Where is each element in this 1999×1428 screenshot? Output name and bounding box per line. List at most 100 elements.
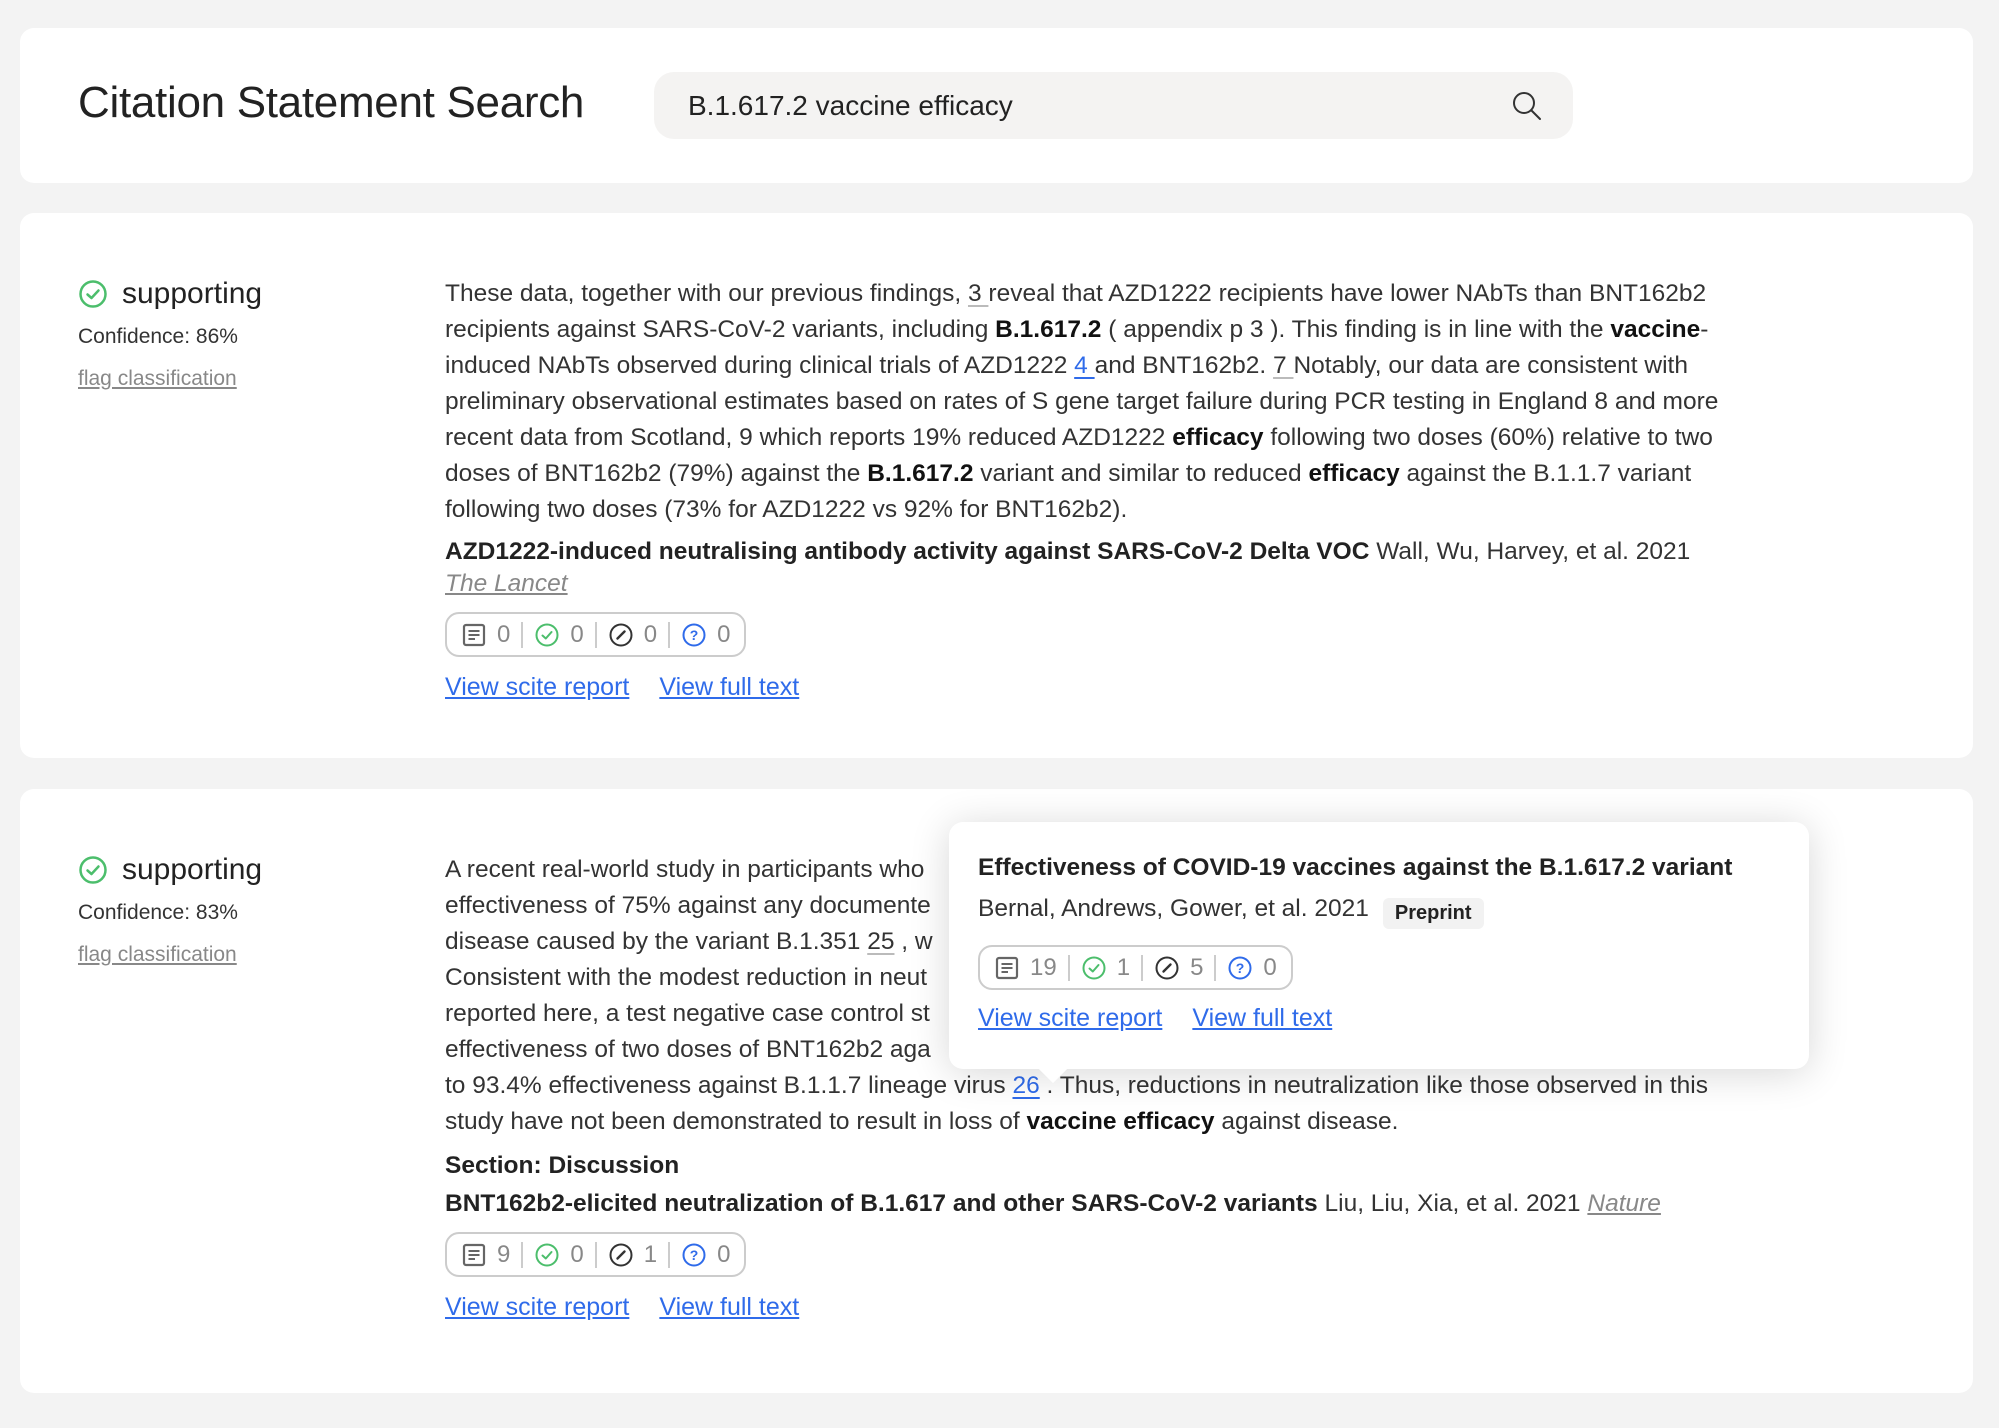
document-icon — [462, 1243, 486, 1266]
contrasting-slash-icon — [609, 623, 633, 646]
citation-tally[interactable]: 0 0 0 ? 0 — [445, 612, 747, 657]
reference-link[interactable]: 25 — [867, 928, 894, 955]
reference-link[interactable]: 4 — [1074, 352, 1094, 379]
classification: supporting — [78, 277, 398, 311]
divider — [1141, 954, 1144, 981]
confidence: Confidence: 86% — [78, 325, 238, 348]
citation-tally[interactable]: 19 1 5 ? 0 — [978, 945, 1293, 990]
tally-contrasting: 1 — [608, 1241, 657, 1269]
journal-link[interactable]: Nature — [1587, 1190, 1661, 1217]
contrasting-count: 5 — [1190, 953, 1204, 981]
supporting-count: 0 — [570, 1240, 584, 1268]
popover-authors: Bernal, Andrews, Gower, et al. 2021 — [978, 894, 1369, 922]
preprint-badge: Preprint — [1382, 898, 1484, 929]
search-input[interactable] — [688, 72, 1488, 139]
divider — [521, 621, 524, 648]
svg-text:?: ? — [690, 1247, 699, 1263]
reference-popover: Effectiveness of COVID-19 vaccines again… — [949, 822, 1809, 1069]
journal-link[interactable]: The Lancet — [445, 570, 568, 597]
view-scite-report-link[interactable]: View scite report — [445, 1293, 629, 1322]
question-icon: ? — [1228, 956, 1252, 979]
divider — [594, 1241, 597, 1268]
unclassified-count: 0 — [717, 620, 731, 648]
highlight: efficacy — [1172, 424, 1264, 451]
question-icon: ? — [682, 623, 706, 646]
supporting-check-icon — [1082, 956, 1106, 979]
result-card: supporting Confidence: 86% flag classifi… — [20, 213, 1973, 758]
tally-mentioning: 9 — [461, 1241, 510, 1269]
search-icon[interactable] — [1511, 90, 1543, 122]
view-scite-report-link[interactable]: View scite report — [445, 673, 629, 702]
reference-link[interactable]: 7 — [1273, 352, 1293, 379]
view-scite-report-link[interactable]: View scite report — [978, 1004, 1162, 1033]
tally-contrasting: 5 — [1154, 954, 1203, 982]
classification-label: supporting — [122, 277, 263, 310]
divider — [668, 1241, 671, 1268]
header-card: Citation Statement Search — [20, 28, 1973, 183]
tally-contrasting: 0 — [608, 621, 657, 649]
flag-classification-link[interactable]: flag classification — [78, 367, 237, 391]
citing-paper: AZD1222-induced neutralising antibody ac… — [445, 536, 1755, 600]
mentioning-count: 0 — [497, 620, 511, 648]
tally-unclassified: ? 0 — [681, 1241, 730, 1269]
supporting-count: 1 — [1116, 953, 1131, 981]
svg-text:?: ? — [690, 627, 699, 643]
highlight: efficacy — [1308, 460, 1400, 487]
popover-meta: Bernal, Andrews, Gower, et al. 2021 Prep… — [978, 888, 1780, 929]
contrasting-slash-icon — [609, 1243, 633, 1266]
document-icon — [462, 623, 486, 646]
statement-line: A recent real-world study in participant… — [445, 856, 925, 883]
tally-mentioning: 19 — [994, 954, 1057, 982]
mentioning-count: 9 — [497, 1240, 511, 1268]
classification-panel: supporting Confidence: 83% flag classifi… — [78, 853, 398, 967]
svg-text:?: ? — [1236, 960, 1245, 976]
result-links: View scite report View full text — [445, 673, 1755, 702]
supporting-check-icon — [79, 280, 107, 308]
citing-paper: BNT162b2-elicited neutralization of B.1.… — [445, 1188, 1755, 1220]
paper-authors: Liu, Liu, Xia, et al. 2021 — [1317, 1190, 1588, 1217]
tally-unclassified: ? 0 — [1227, 953, 1277, 982]
divider — [594, 621, 597, 648]
citation-tally[interactable]: 9 0 1 ? 0 — [445, 1232, 747, 1277]
statement-text: and BNT162b2. — [1094, 352, 1274, 379]
search-box — [654, 72, 1573, 139]
view-full-text-link[interactable]: View full text — [659, 673, 799, 702]
statement-panel: These data, together with our previous f… — [445, 276, 1755, 702]
tally-mentioning: 0 — [461, 621, 510, 649]
section-label: Section: Discussion — [445, 1152, 680, 1179]
statement-text: to 93.4% effectiveness against B.1.1.7 l… — [445, 1072, 1013, 1099]
flag-classification-link[interactable]: flag classification — [78, 943, 237, 967]
view-full-text-link[interactable]: View full text — [1192, 1004, 1332, 1033]
statement-text: , w — [894, 928, 933, 955]
tally-supporting: 0 — [534, 1240, 584, 1269]
result-links: View scite report View full text — [445, 1293, 1755, 1322]
divider — [1067, 954, 1070, 981]
divider — [1214, 954, 1217, 981]
paper-title[interactable]: BNT162b2-elicited neutralization of B.1.… — [445, 1190, 1318, 1217]
classification-panel: supporting Confidence: 86% flag classifi… — [78, 277, 398, 391]
reference-link[interactable]: 3 — [968, 280, 988, 307]
paper-authors: Wall, Wu, Harvey, et al. 2021 — [1369, 538, 1691, 565]
paper-title[interactable]: AZD1222-induced neutralising antibody ac… — [445, 538, 1369, 565]
citation-statement: These data, together with our previous f… — [445, 276, 1755, 528]
contrasting-slash-icon — [1155, 956, 1179, 979]
statement-line: reported here, a test negative case cont… — [445, 1000, 930, 1027]
statement-text: against disease. — [1214, 1108, 1399, 1135]
mentioning-count: 19 — [1030, 953, 1057, 981]
statement-line: Consistent with the modest reduction in … — [445, 964, 928, 991]
reference-link[interactable]: 26 — [1012, 1072, 1039, 1099]
highlight: vaccine efficacy — [1026, 1108, 1215, 1135]
popover-links: View scite report View full text — [978, 1004, 1780, 1033]
contrasting-count: 1 — [643, 1240, 658, 1268]
unclassified-count: 0 — [1263, 953, 1277, 981]
unclassified-count: 0 — [717, 1240, 731, 1268]
view-full-text-link[interactable]: View full text — [659, 1293, 799, 1322]
statement-line: effectiveness of 75% against any documen… — [445, 892, 931, 919]
popover-paper-title[interactable]: Effectiveness of COVID-19 vaccines again… — [978, 852, 1780, 884]
document-icon — [995, 956, 1019, 979]
highlight: B.1.617.2 — [995, 316, 1102, 343]
contrasting-count: 0 — [643, 620, 658, 648]
highlight: B.1.617.2 — [867, 460, 974, 487]
classification-label: supporting — [122, 853, 263, 886]
statement-text: These data, together with our previous f… — [445, 280, 968, 307]
